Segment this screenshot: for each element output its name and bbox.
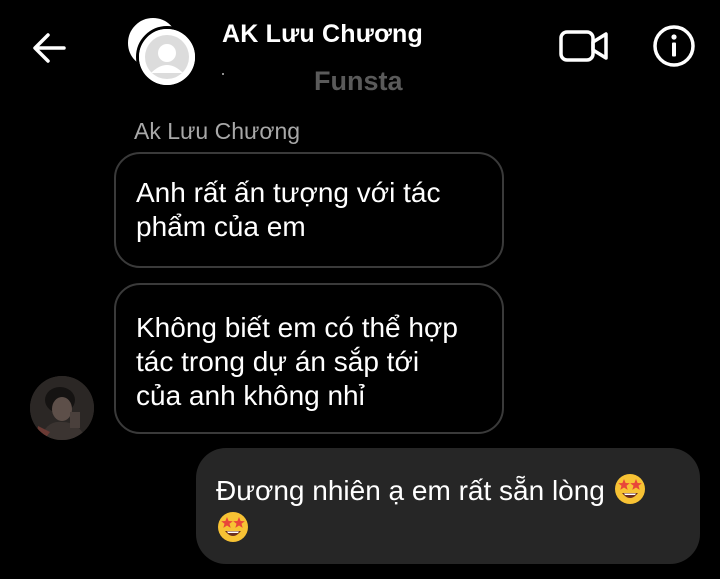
back-arrow-icon <box>33 33 66 63</box>
sender-avatar[interactable] <box>30 376 94 440</box>
avatar-front <box>136 26 198 88</box>
default-user-icon <box>139 29 195 85</box>
incoming-message-bubble[interactable]: Anh rất ấn tượng với tác phẩm của em <box>114 152 504 268</box>
contact-name[interactable]: AK Lưu Chương <box>222 20 423 49</box>
sender-name: Ak Lưu Chương <box>134 118 301 144</box>
star-struck-emoji <box>218 512 248 542</box>
sender-photo <box>30 376 94 440</box>
back-button[interactable] <box>28 26 72 70</box>
message-line: phẩm của em <box>136 211 306 242</box>
video-call-icon <box>559 30 608 62</box>
info-button[interactable] <box>650 22 698 70</box>
star-struck-emoji <box>614 474 645 504</box>
chat-subtitle: Funsta <box>314 66 403 96</box>
message-line: Anh rất ấn tượng với tác <box>136 177 441 208</box>
outgoing-message-bubble[interactable]: Đương nhiên ạ em rất sẵn lòng <box>196 448 700 564</box>
info-icon <box>653 25 695 67</box>
message-line: tác trong dự án sắp tới <box>136 346 420 377</box>
status-dot <box>222 73 224 75</box>
group-avatar[interactable] <box>126 16 198 88</box>
message-text: Đương nhiên ạ em rất sẵn lòng <box>216 475 605 506</box>
chat-header: AK Lưu Chương Funsta <box>0 0 720 108</box>
message-line: của anh không nhỉ <box>136 380 365 411</box>
message-line: Không biết em có thể hợp <box>136 312 458 343</box>
video-call-button[interactable] <box>556 24 612 68</box>
incoming-message-bubble[interactable]: Không biết em có thể hợp tác trong dự án… <box>114 283 504 434</box>
